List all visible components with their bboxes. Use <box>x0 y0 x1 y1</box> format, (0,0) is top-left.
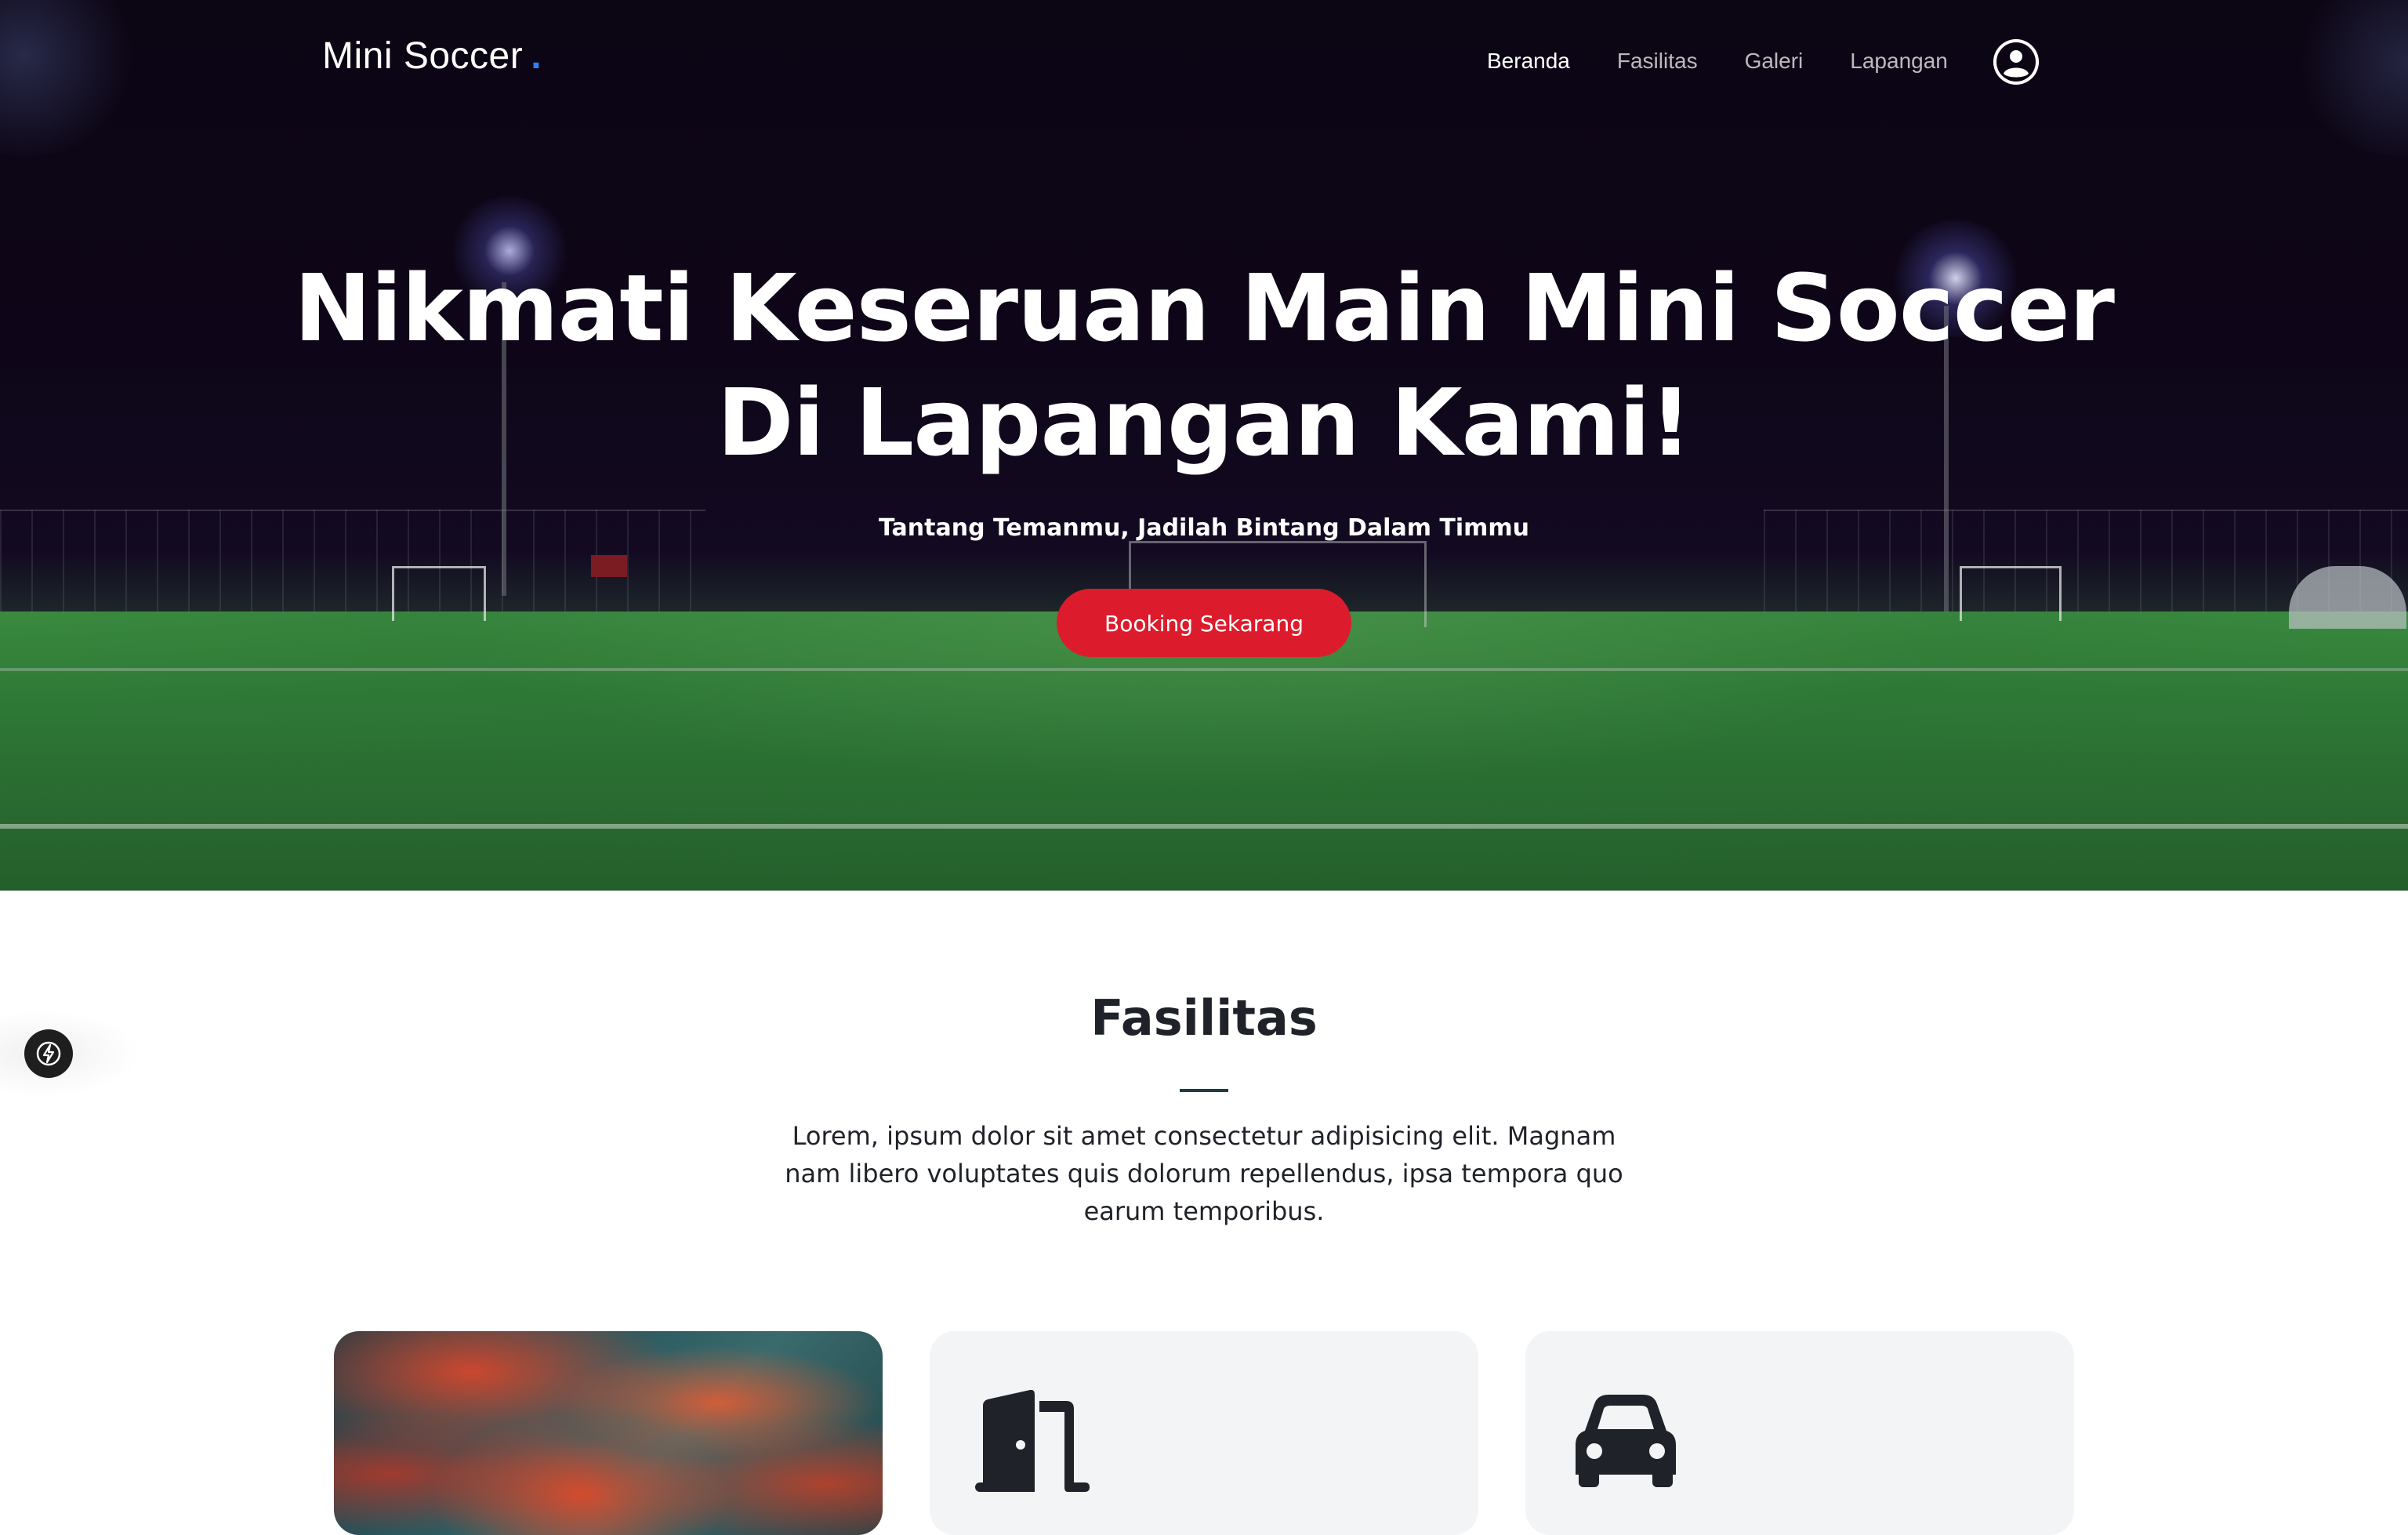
nav-link-beranda[interactable]: Beranda <box>1487 49 1570 74</box>
brand-dot: . <box>531 35 542 77</box>
brand-name: Mini Soccer <box>322 35 524 77</box>
nav-link-galeri[interactable]: Galeri <box>1745 49 1804 74</box>
corner-glow-right <box>2289 0 2408 157</box>
facility-card-1[interactable] <box>334 1331 883 1535</box>
car-icon <box>1576 1395 1676 1487</box>
section-title-underline <box>1180 1089 1228 1092</box>
user-account-button[interactable] <box>1993 39 2039 85</box>
goal-right <box>1960 566 2062 621</box>
user-circle-icon <box>1993 39 2039 85</box>
nav-link-lapangan[interactable]: Lapangan <box>1850 49 1948 74</box>
goal-left <box>392 566 486 621</box>
hero-title-line-1: Nikmati Keseruan Main Mini Soccer <box>294 254 2115 362</box>
section-title-fasilitas: Fasilitas <box>1090 989 1318 1047</box>
hero-subtitle: Tantang Temanmu, Jadilah Bintang Dalam T… <box>878 514 1530 542</box>
door-open-icon <box>975 1390 1090 1492</box>
brand-logo[interactable]: Mini Soccer. <box>322 34 542 78</box>
section-description: Lorem, ipsum dolor sit amet consectetur … <box>785 1121 1623 1226</box>
sunset-photo <box>334 1331 883 1535</box>
hero-title-line-2: Di Lapangan Kami! <box>716 368 1692 477</box>
facility-card-2[interactable] <box>930 1331 1478 1535</box>
pitch-line-near <box>0 824 2408 829</box>
corner-glow-left <box>0 0 141 157</box>
main-nav: Beranda Fasilitas Galeri Lapangan <box>1487 49 1948 74</box>
nav-link-fasilitas[interactable]: Fasilitas <box>1617 49 1698 74</box>
facility-card-3[interactable] <box>1525 1331 2074 1535</box>
pitch-line-far <box>0 668 2408 671</box>
hero-title: Nikmati Keseruan Main Mini Soccer Di Lap… <box>185 251 2223 480</box>
scoreboard-sign <box>591 555 627 577</box>
booking-button[interactable]: Booking Sekarang <box>1057 589 1351 657</box>
